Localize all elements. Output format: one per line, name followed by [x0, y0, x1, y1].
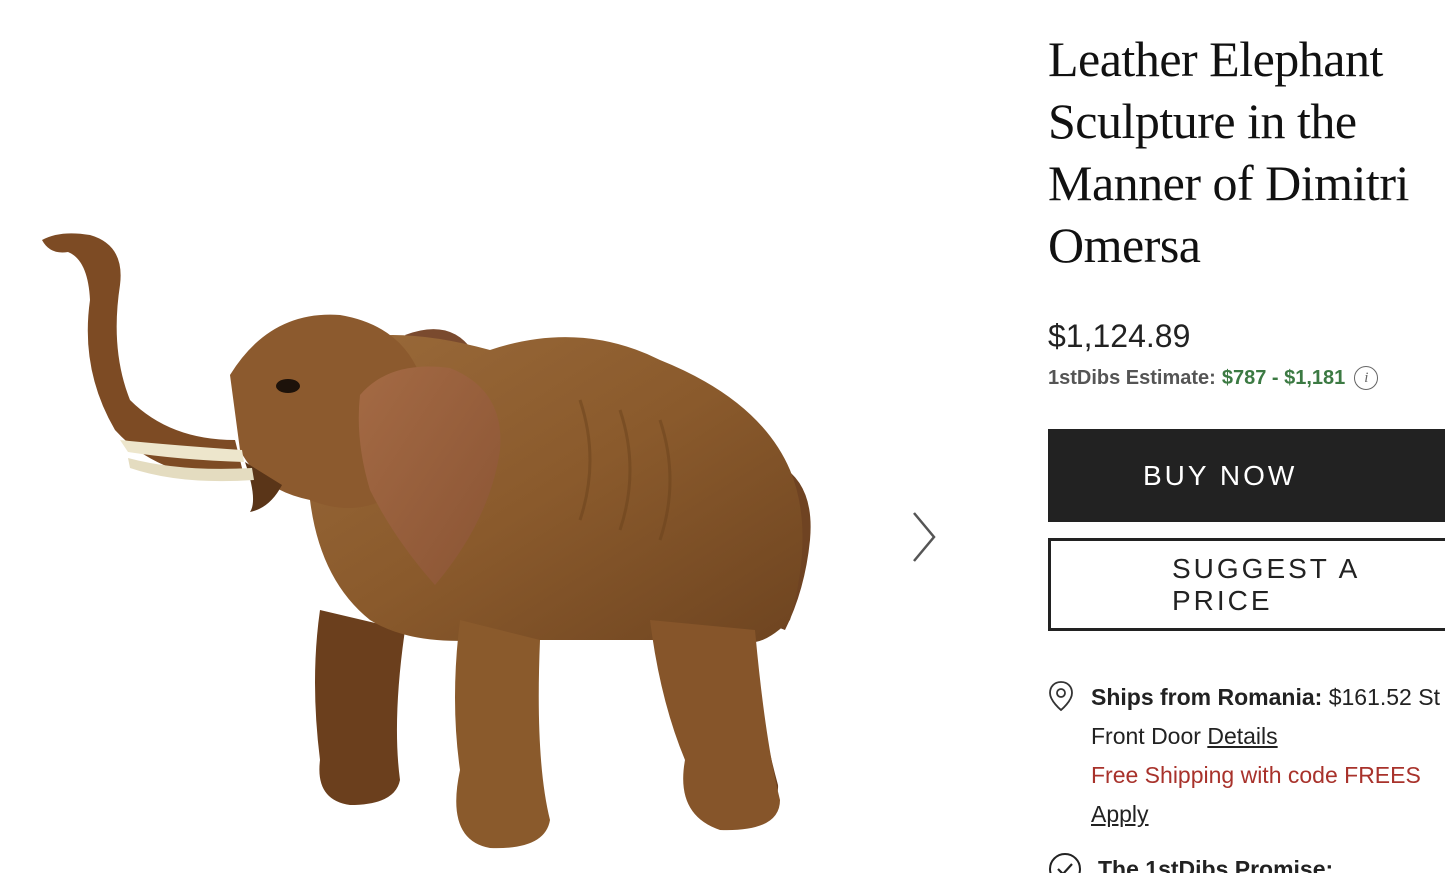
next-image-button[interactable] — [900, 505, 944, 569]
buy-now-button[interactable]: BUY NOW — [1048, 429, 1445, 522]
free-shipping-promo: Free Shipping with code FREES — [1091, 762, 1421, 788]
product-title: Leather Elephant Sculpture in the Manner… — [1048, 31, 1409, 273]
ships-from-label: Ships from Romania: — [1091, 684, 1323, 710]
info-icon[interactable]: i — [1354, 366, 1379, 390]
apply-code-link[interactable]: Apply — [1091, 801, 1149, 827]
shipping-cost: $161.52 St — [1328, 684, 1440, 710]
estimate-label: 1stDibs Estimate: — [1048, 366, 1216, 389]
suggest-price-button[interactable]: SUGGEST A PRICE — [1048, 538, 1445, 631]
map-pin-icon — [1049, 681, 1073, 712]
estimate-range: $787 - $1,181 — [1221, 366, 1346, 389]
check-circle-icon — [1049, 853, 1081, 873]
product-gallery — [0, 0, 1000, 873]
price-estimate: 1stDibs Estimate: $787 - $1,181 i — [1048, 366, 1379, 390]
chevron-right-icon — [913, 512, 936, 562]
shipping-method: Front Door — [1091, 723, 1201, 749]
product-price: $1,124.89 — [1048, 318, 1191, 354]
shipping-details-link[interactable]: Details — [1207, 723, 1277, 749]
product-info-panel: Leather Elephant Sculpture in the Manner… — [1048, 0, 1445, 873]
product-image — [42, 233, 811, 849]
promise-label: The 1stDibs Promise: — [1098, 856, 1334, 873]
